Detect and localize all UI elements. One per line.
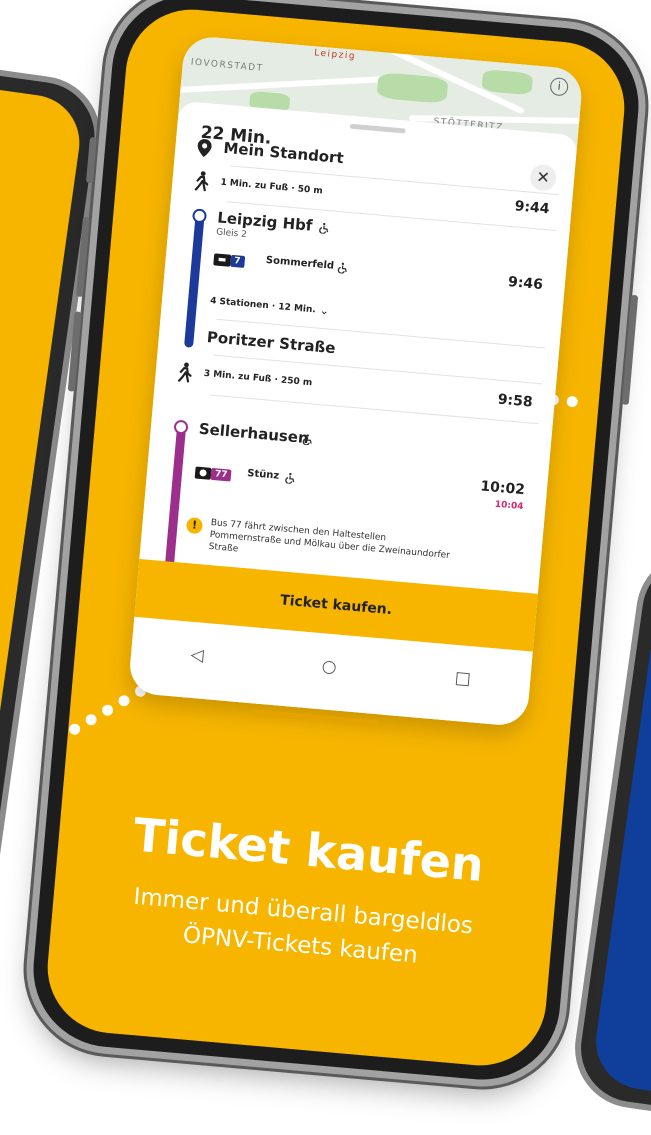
wheelchair-icon <box>302 434 312 446</box>
bus-icon: ● <box>194 465 212 480</box>
line-number: 7 <box>229 254 246 268</box>
walking-icon <box>177 362 192 383</box>
walking-icon <box>194 171 209 192</box>
map-city-label: Leipzig <box>313 48 357 62</box>
phone-mockup: IOVORSTADT Leipzig STÖTTERITZ i 22 Min. … <box>27 0 645 1087</box>
line-badge: ▬ 7 <box>213 248 246 270</box>
wheelchair-icon <box>285 472 295 485</box>
back-icon[interactable]: ◁ <box>190 645 205 666</box>
tram-icon: ▬ <box>213 252 231 267</box>
info-icon[interactable]: i <box>549 76 569 97</box>
recents-icon[interactable]: □ <box>454 668 472 689</box>
departure-time: 9:46 <box>507 274 544 294</box>
wheelchair-icon <box>337 262 347 274</box>
walk-time: 9:44 <box>514 198 551 218</box>
home-icon[interactable]: ○ <box>321 656 338 677</box>
sheet-handle[interactable] <box>349 123 406 134</box>
app-screen: IOVORSTADT Leipzig STÖTTERITZ i 22 Min. … <box>127 34 584 728</box>
walk-time: 9:58 <box>497 391 534 411</box>
wheelchair-icon <box>319 222 329 235</box>
map-district-label: IOVORSTADT <box>190 57 265 74</box>
line-number: 77 <box>210 467 232 482</box>
line-badge: ● 77 <box>194 462 232 484</box>
chevron-down-icon: ⌄ <box>319 303 330 318</box>
location-pin-icon <box>197 139 212 158</box>
promo-background: IOVORSTADT Leipzig STÖTTERITZ i 22 Min. … <box>42 4 630 1071</box>
